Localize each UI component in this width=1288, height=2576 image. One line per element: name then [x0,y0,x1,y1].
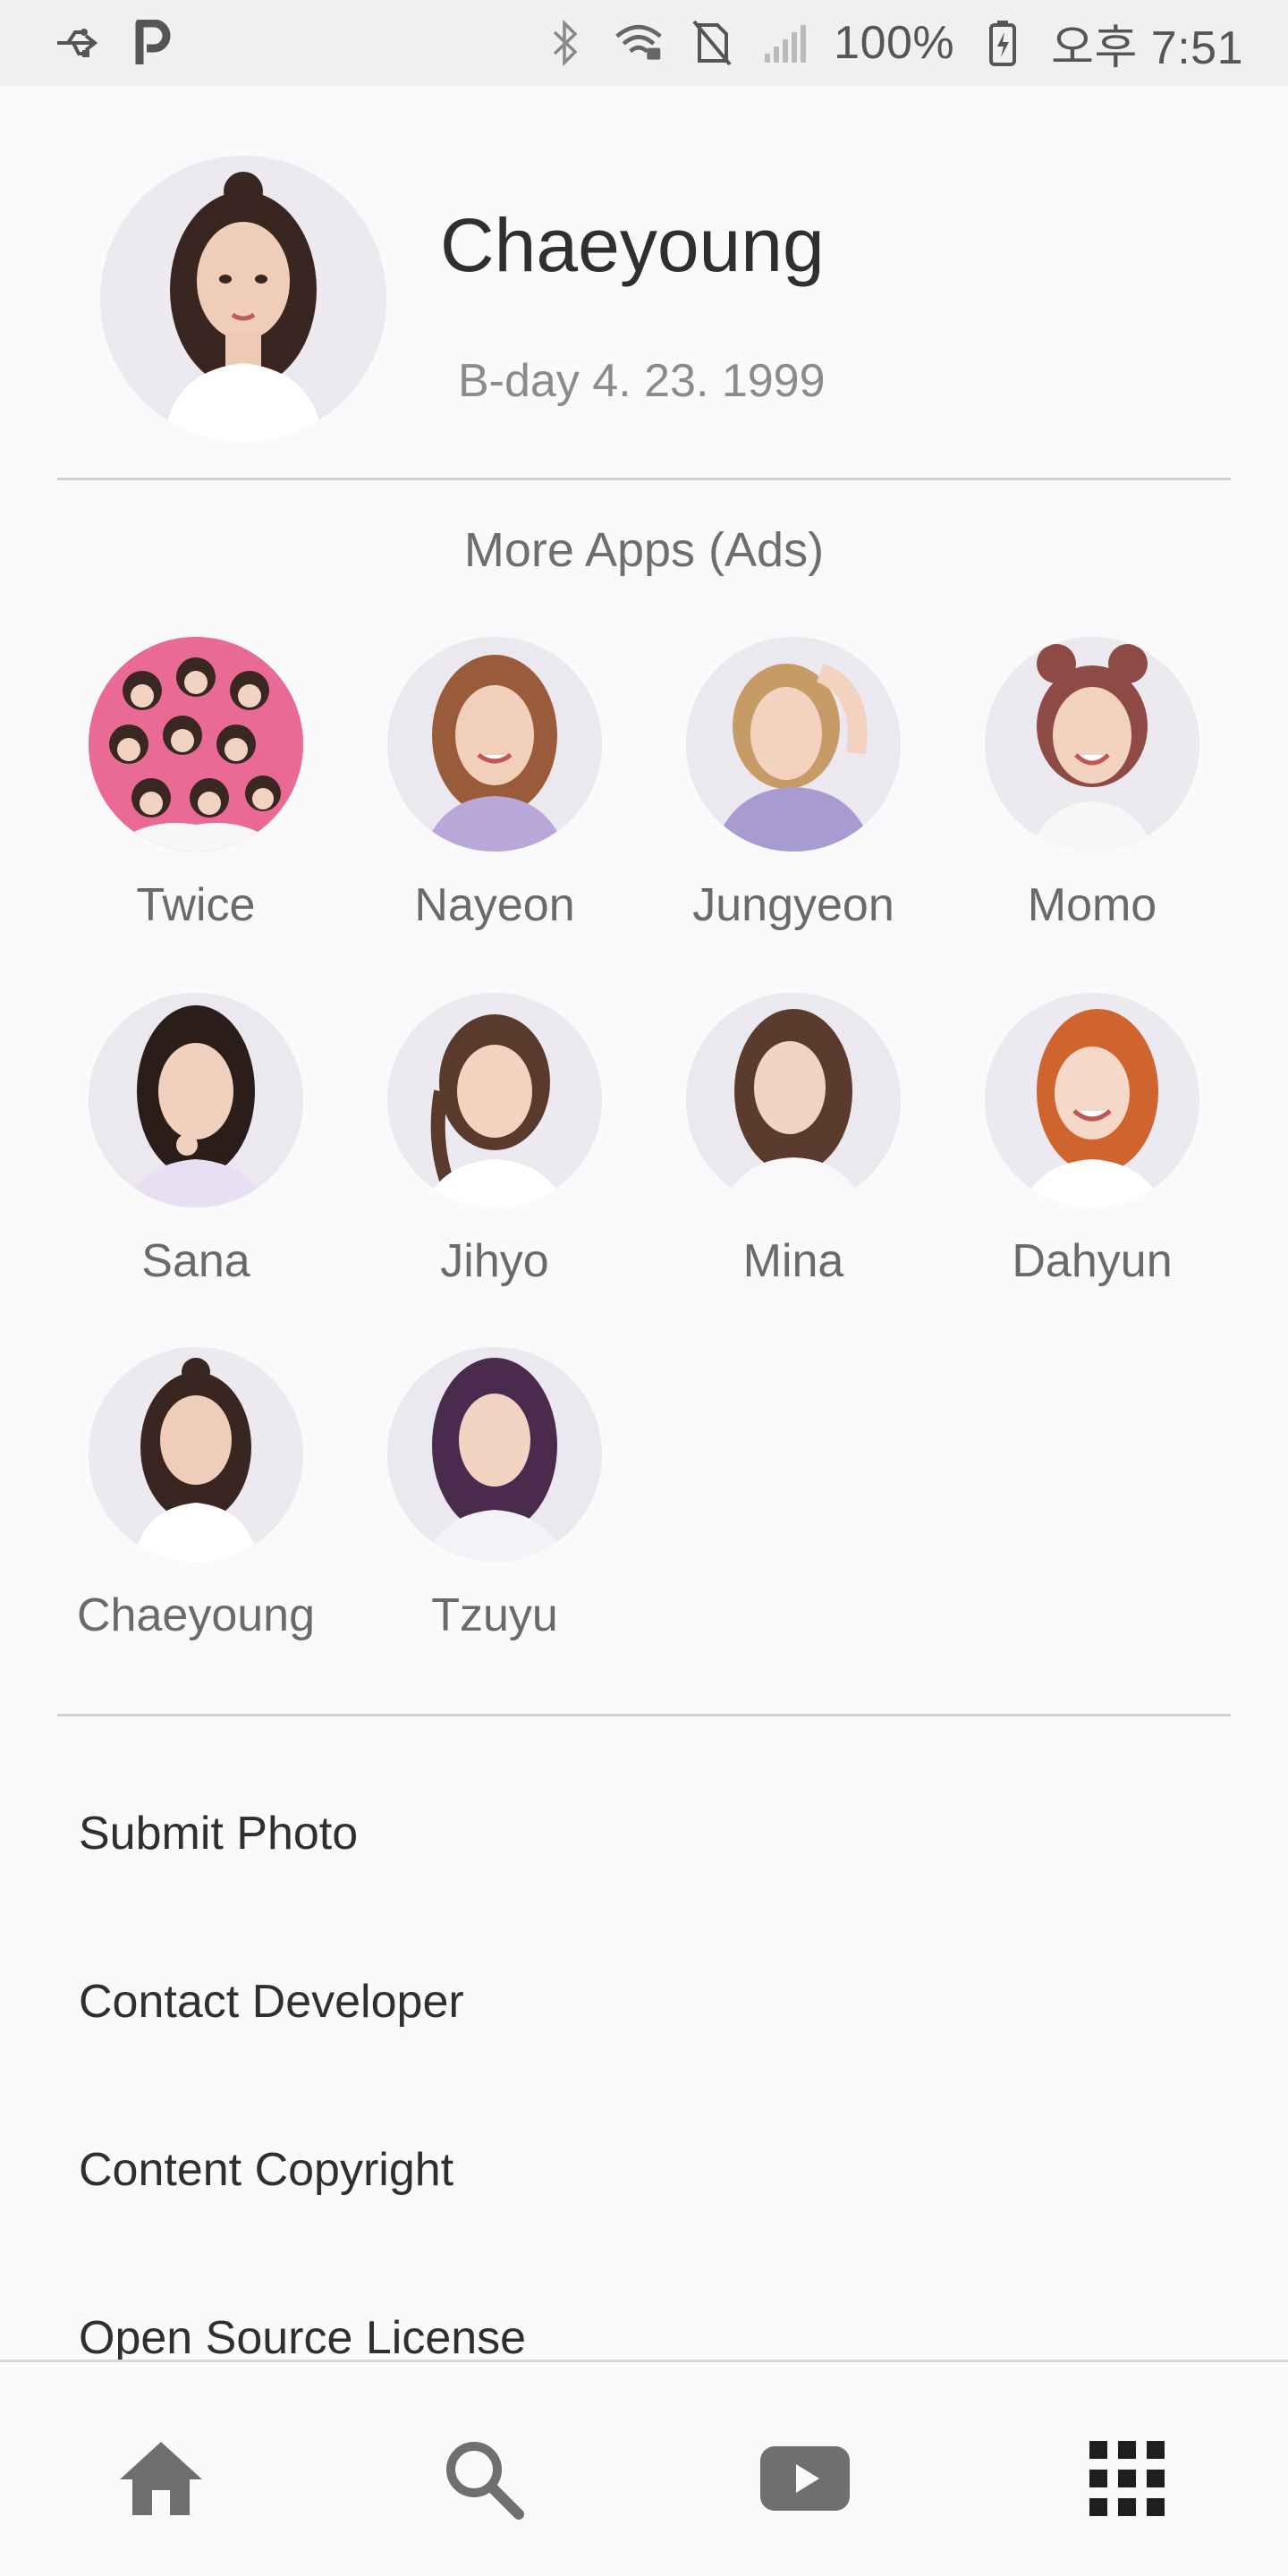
app-thumbnail [686,637,901,852]
apps-grid-icon[interactable] [1073,2425,1181,2532]
app-thumbnail [89,637,303,852]
home-icon[interactable] [107,2425,215,2532]
usb-icon [54,18,104,68]
profile-avatar [100,156,386,442]
app-label: Chaeyoung [77,1589,315,1641]
app-label: Jihyo [440,1235,549,1287]
app-thumbnail [387,1347,602,1562]
app-tzuyu[interactable]: Tzuyu [345,1336,644,1642]
app-momo[interactable]: Momo [943,626,1241,932]
app-jungyeon[interactable]: Jungyeon [644,626,943,932]
app-label: Sana [141,1235,250,1287]
app-mina[interactable]: Mina [644,982,943,1288]
profile-name: Chaeyoung [440,203,825,287]
wifi-icon [614,18,664,68]
app-thumbnail [985,993,1199,1208]
app-label: Twice [136,879,256,931]
youtube-icon[interactable] [751,2425,859,2532]
app-chaeyoung[interactable]: Chaeyoung [47,1336,345,1642]
app-thumbnail [89,1347,303,1562]
no-sim-icon [687,18,737,68]
app-label: Jungyeon [692,879,894,931]
menu-open-source-license[interactable]: Open Source License [79,2311,526,2365]
status-bar: 100% 오후 7:51 [0,0,1288,86]
search-icon[interactable] [429,2425,537,2532]
app-thumbnail [387,637,602,852]
menu-content-copyright[interactable]: Content Copyright [79,2143,453,2197]
app-thumbnail [89,993,303,1208]
app-label: Dahyun [1012,1235,1173,1287]
app-sana[interactable]: Sana [47,982,345,1288]
app-thumbnail [985,637,1199,852]
bottom-nav [0,2360,1288,2576]
menu-contact-developer[interactable]: Contact Developer [79,1975,464,2029]
app-twice[interactable]: Twice [47,626,345,932]
clock: 오후 7:51 [1051,21,1243,74]
menu-submit-photo[interactable]: Submit Photo [79,1807,358,1860]
divider-top [57,478,1231,480]
app-label: Tzuyu [431,1589,558,1641]
app-dahyun[interactable]: Dahyun [943,982,1241,1288]
profile-header: Chaeyoung B-day 4. 23. 1999 [0,86,1288,479]
battery-percent: 100% [834,17,955,69]
signal-icon [760,18,810,68]
app-nayeon[interactable]: Nayeon [345,626,644,932]
profile-birthday: B-day 4. 23. 1999 [458,355,826,407]
battery-icon [978,18,1028,68]
app-jihyo[interactable]: Jihyo [345,982,644,1288]
app-thumbnail [686,993,901,1208]
app-thumbnail [387,993,602,1208]
app-label: Mina [742,1235,844,1287]
app-label: Nayeon [414,879,575,931]
bluetooth-icon [540,18,590,68]
divider-bottom [57,1714,1231,1716]
p-icon [127,18,177,68]
more-apps-title: More Apps (Ads) [463,523,825,577]
app-label: Momo [1027,879,1157,931]
